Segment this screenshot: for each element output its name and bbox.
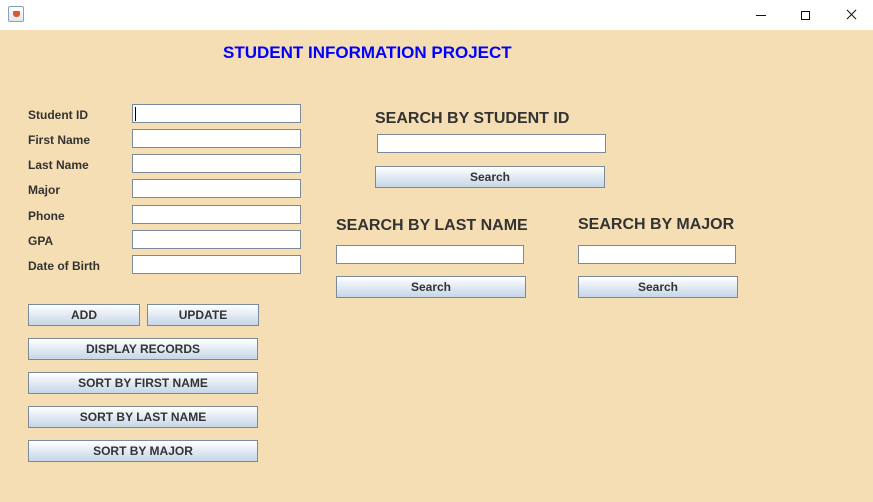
first-name-label: First Name [28,133,91,147]
major-field[interactable] [132,179,301,198]
page-title: STUDENT INFORMATION PROJECT [223,43,512,62]
add-button[interactable]: ADD [28,304,140,326]
search-last-name-button[interactable]: Search [336,276,526,298]
student-id-label: Student ID [28,108,88,122]
date-of-birth-field[interactable] [132,255,301,274]
gpa-label: GPA [28,234,54,248]
search-last-name-input[interactable] [336,245,524,264]
phone-field[interactable] [132,205,301,224]
search-by-major-heading: SEARCH BY MAJOR [578,216,735,233]
date-of-birth-label: Date of Birth [28,259,100,273]
first-name-field[interactable] [132,129,301,148]
last-name-label: Last Name [28,158,89,172]
search-major-button[interactable]: Search [578,276,738,298]
last-name-field[interactable] [132,154,301,173]
phone-label: Phone [28,209,65,223]
minimize-button[interactable] [738,0,784,30]
search-by-student-id-heading: SEARCH BY STUDENT ID [375,110,570,127]
search-by-last-name-heading: SEARCH BY LAST NAME [336,217,528,234]
student-id-field[interactable] [132,104,301,123]
major-label: Major [28,183,61,197]
sort-by-major-button[interactable]: SORT BY MAJOR [28,440,258,462]
sort-by-first-name-button[interactable]: SORT BY FIRST NAME [28,372,258,394]
search-student-id-button[interactable]: Search [375,166,605,188]
update-button[interactable]: UPDATE [147,304,259,326]
search-major-input[interactable] [578,245,736,264]
search-student-id-input[interactable] [377,134,606,153]
gpa-field[interactable] [132,230,301,249]
title-bar [0,0,873,30]
maximize-button[interactable] [782,0,828,30]
text-caret [135,107,136,121]
sort-by-last-name-button[interactable]: SORT BY LAST NAME [28,406,258,428]
display-records-button[interactable]: DISPLAY RECORDS [28,338,258,360]
close-button[interactable] [828,0,873,30]
java-icon [8,6,24,22]
